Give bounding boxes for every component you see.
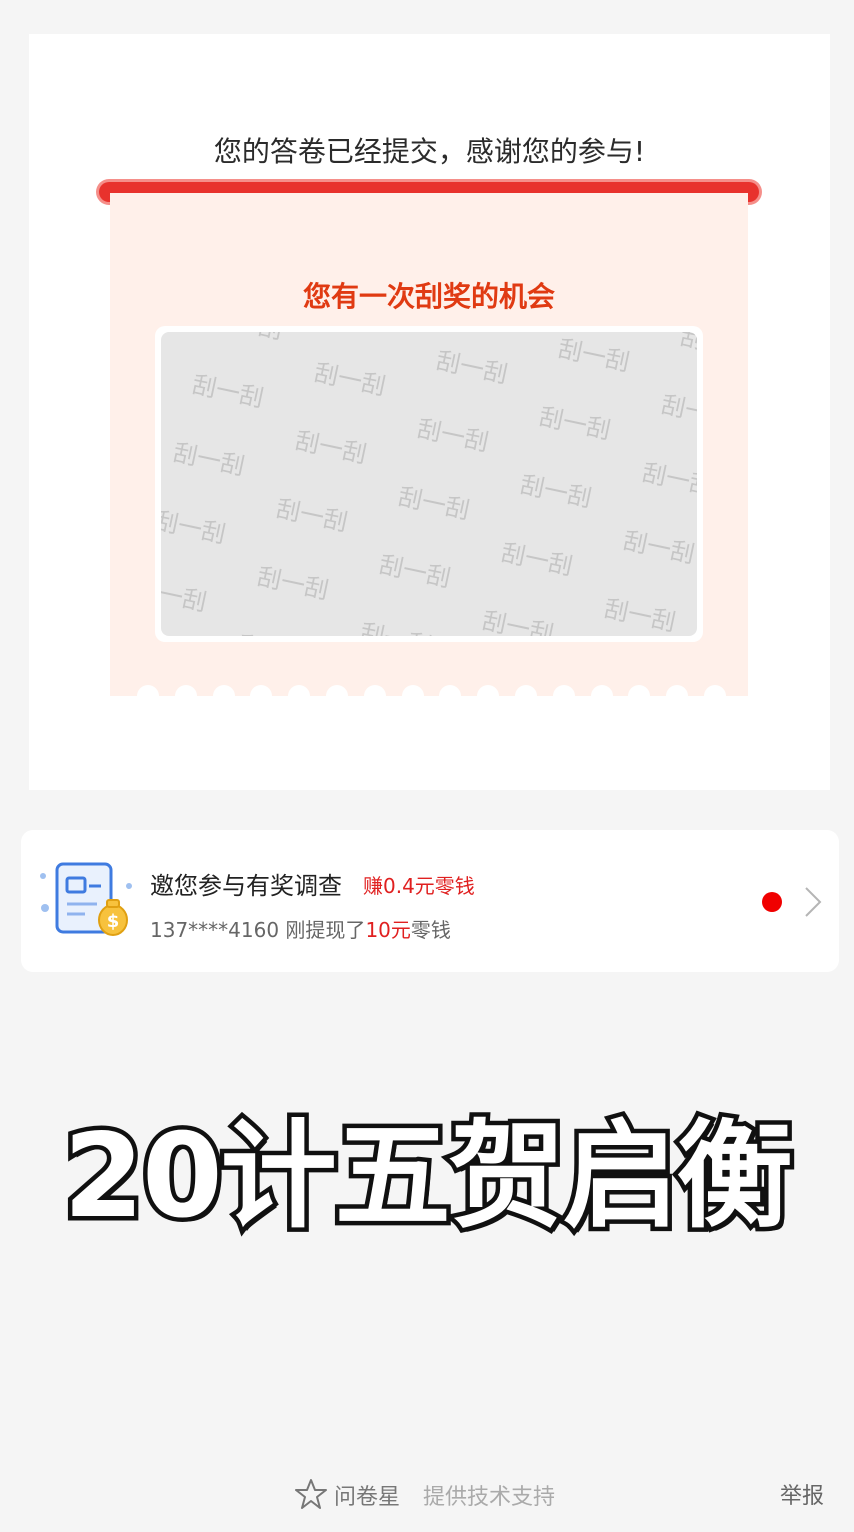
ticket-scallop (212, 685, 235, 707)
watermark-text: 刮一刮 (312, 358, 388, 400)
watermark-text: 刮一刮 (537, 402, 613, 444)
ticket-scallop (666, 685, 689, 707)
notification-dot (762, 892, 782, 912)
watermark-text: 刮一刮 (659, 390, 697, 432)
ticket-scallop (363, 685, 386, 707)
watermark-text: 刮一刮 (161, 332, 163, 357)
watermark-text: 刮一刮 (602, 594, 678, 636)
scratch-watermark-pattern: 刮一刮刮一刮 刮一刮 刮一刮 刮一刮 刮一刮刮一刮 刮一刮 刮一刮 刮一刮 刮一刮刮一刮 刮一刮刮… (161, 332, 697, 636)
watermark-text: 刮一刮 (255, 562, 331, 604)
ticket-scallop (288, 685, 311, 707)
watermark-text: 刮一刮 (640, 458, 697, 500)
ticket-scallop (628, 685, 651, 707)
watermark-text: 刮一刮 (556, 334, 632, 376)
watermark-text: 刮一刮 (434, 346, 510, 388)
promo-survey-card[interactable]: $ 邀您参与有奖调查 赚0.4元零钱 137****4160 刚提现了10元零钱 (21, 830, 839, 972)
ticket-scallop (439, 685, 462, 707)
brand-name[interactable]: 问卷星 (334, 1479, 400, 1511)
ticket-scallop (401, 685, 424, 707)
watermark-text: 刮一刮 (377, 550, 453, 592)
svg-text:$: $ (107, 911, 120, 932)
ticket-scallop (250, 685, 273, 707)
watermark-text: 刮一刮 (621, 526, 697, 568)
tech-support-text: 提供技术支持 (423, 1485, 556, 1510)
star-icon (295, 1479, 327, 1509)
ticket-scallop (326, 685, 348, 707)
watermark-text: 刮一刮 (293, 426, 369, 468)
scratch-title: 您有一次刮奖的机会 (302, 280, 555, 313)
chevron-right-icon[interactable] (803, 886, 823, 918)
watermark-text: 刮一刮 (236, 630, 312, 636)
watermark-text: 刮一刮 (358, 618, 434, 636)
watermark-text: 刮一刮 (171, 438, 247, 480)
survey-money-icon: $ (40, 862, 132, 936)
scratch-ticket: 您有一次刮奖的机会 刮一刮 刮一刮 刮一刮 刮一刮 刮一刮 刮一刮 刮一刮 刮一刮 刮一刮 刮一刮… (110, 193, 748, 707)
watermark-text: 刮一刮 (518, 470, 594, 512)
withdraw-user: 137****4160 刚提现了 (150, 918, 366, 942)
ticket-scallop (137, 685, 159, 707)
result-card: 您的答卷已经提交，感谢您的参与! 您有一次刮奖的机会 刮一刮 刮一刮 刮一刮 刮一刮刮… (29, 34, 830, 790)
promo-withdraw-notice: 137****4160 刚提现了10元零钱 (150, 914, 451, 943)
watermark-text: 刮一刮 (190, 370, 266, 412)
watermark-text: 刮一刮 (415, 414, 491, 456)
watermark-text: 刮一刮 (396, 482, 472, 524)
watermark-text: 刮一刮 (678, 332, 697, 365)
scratch-area[interactable]: 刮一刮 刮一刮 刮一刮 刮一刮 刮一刮 刮一刮 刮一刮 刮一刮 刮一刮 刮一刮 刮一刮 刮一刮 刮一刮刮… (155, 326, 703, 642)
watermark-text: 刮一刮 (499, 538, 575, 580)
ticket-scallop (477, 685, 500, 707)
watermark-text: 刮一刮 (161, 574, 209, 616)
ticket-scallop (174, 685, 197, 707)
ticket-scallop (590, 685, 613, 707)
watermark-text: 刮一刮 (480, 606, 556, 636)
overlay-caption: 20计五贺启衡 (59, 1105, 797, 1249)
withdraw-amount: 10元 (365, 918, 411, 942)
footer: 问卷星 提供技术支持 举报 (0, 1474, 854, 1514)
ticket-scallop (515, 685, 537, 707)
thank-you-message: 您的答卷已经提交，感谢您的参与! (213, 135, 646, 168)
promo-reward: 赚0.4元零钱 (363, 874, 475, 898)
watermark-text: 刮一刮 (274, 494, 350, 536)
watermark-text: 刮一刮 (161, 506, 228, 548)
ticket-scallop (552, 685, 575, 707)
scratch-coating[interactable]: 刮一刮 刮一刮 刮一刮 刮一刮 刮一刮 刮一刮 刮一刮 刮一刮 刮一刮 刮一刮 刮一刮 刮一刮 刮一刮刮… (161, 332, 697, 636)
promo-title: 邀您参与有奖调查 (150, 872, 342, 900)
report-link[interactable]: 举报 (780, 1478, 824, 1510)
watermark-text: 刮一刮 (209, 332, 285, 345)
watermark-text: 刮一刮 (331, 332, 407, 333)
ticket-scallop (704, 685, 726, 707)
withdraw-suffix: 零钱 (410, 918, 451, 942)
